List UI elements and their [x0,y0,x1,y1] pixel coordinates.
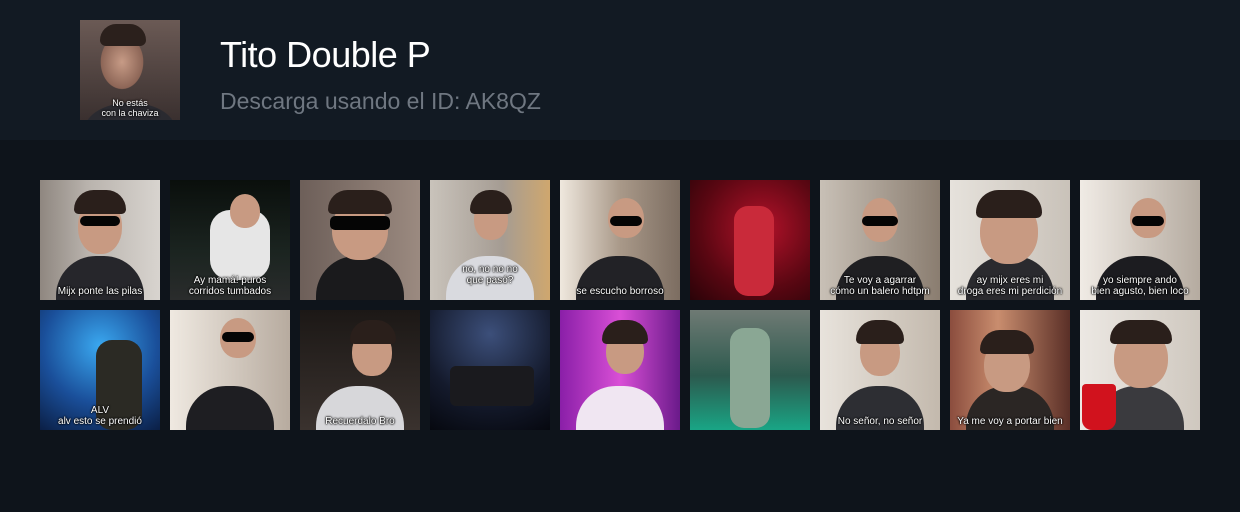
sticker-tile[interactable] [690,180,810,300]
sticker-caption: No señor, no señor [837,416,923,427]
sticker-hair [980,330,1034,354]
pack-header: No estás con la chaviza Tito Double P De… [0,0,1240,140]
sticker-tile[interactable] [690,310,810,430]
sticker-tile[interactable]: se escucho borroso [560,180,680,300]
red-cup-icon [1082,384,1116,430]
sticker-tile[interactable] [430,310,550,430]
sticker-grid: Mijx ponte las pilas Ay mamá! puros corr… [40,180,1200,430]
sticker-figure [734,206,774,296]
sunglasses-icon [330,216,390,230]
sticker-face [230,194,260,228]
sticker-caption: Ay mamá! puros corridos tumbados [188,275,272,297]
sticker-caption: no, no no no que pasó? [462,264,518,286]
pack-avatar: No estás con la chaviza [80,20,180,120]
sticker-caption: ALV alv esto se prendió [58,405,142,427]
sticker-hair [856,320,904,344]
sticker-tile[interactable]: Recuerdalo Bro [300,310,420,430]
sticker-tile[interactable]: ALV alv esto se prendió [40,310,160,430]
sticker-caption: se escucho borroso [576,286,664,297]
sunglasses-icon [222,332,254,342]
sticker-tile[interactable]: yo siempre ando bien agusto, bien loco [1080,180,1200,300]
sticker-figure [450,366,534,406]
sunglasses-icon [80,216,120,226]
sunglasses-icon [862,216,898,226]
avatar-caption: No estás con la chaviza [101,98,159,118]
avatar-hair [100,24,146,46]
pack-download-id: Descarga usando el ID: AK8QZ [220,88,541,114]
sticker-hair [976,190,1042,218]
sticker-tile[interactable] [1080,310,1200,430]
sticker-tile[interactable]: Te voy a agarrar cómo un balero hdtpm [820,180,940,300]
sticker-caption: Te voy a agarrar cómo un balero hdtpm [830,275,930,297]
sticker-caption: yo siempre ando bien agusto, bien loco [1091,275,1189,297]
sticker-hair [328,190,392,214]
sticker-tile[interactable]: Ya me voy a portar bien [950,310,1070,430]
sticker-figure [730,328,770,428]
sticker-tile[interactable]: no, no no no que pasó? [430,180,550,300]
sticker-hair [1110,320,1172,344]
sticker-tile[interactable] [170,310,290,430]
sunglasses-icon [1132,216,1164,226]
sticker-caption: Mijx ponte las pilas [57,286,143,297]
sticker-hair [74,190,126,214]
sunglasses-icon [610,216,642,226]
sticker-tile[interactable]: No señor, no señor [820,310,940,430]
sticker-tile[interactable] [560,310,680,430]
sticker-tile[interactable]: Mijx ponte las pilas [40,180,160,300]
pack-title: Tito Double P [220,34,431,75]
sticker-tile[interactable] [300,180,420,300]
sticker-caption: ay mijx eres mi droga eres mi perdición [957,275,1063,297]
sticker-caption: Ya me voy a portar bien [957,416,1063,427]
sticker-tile[interactable]: ay mijx eres mi droga eres mi perdición [950,180,1070,300]
sticker-tile[interactable]: Ay mamá! puros corridos tumbados [170,180,290,300]
sticker-caption: Recuerdalo Bro [325,416,395,427]
